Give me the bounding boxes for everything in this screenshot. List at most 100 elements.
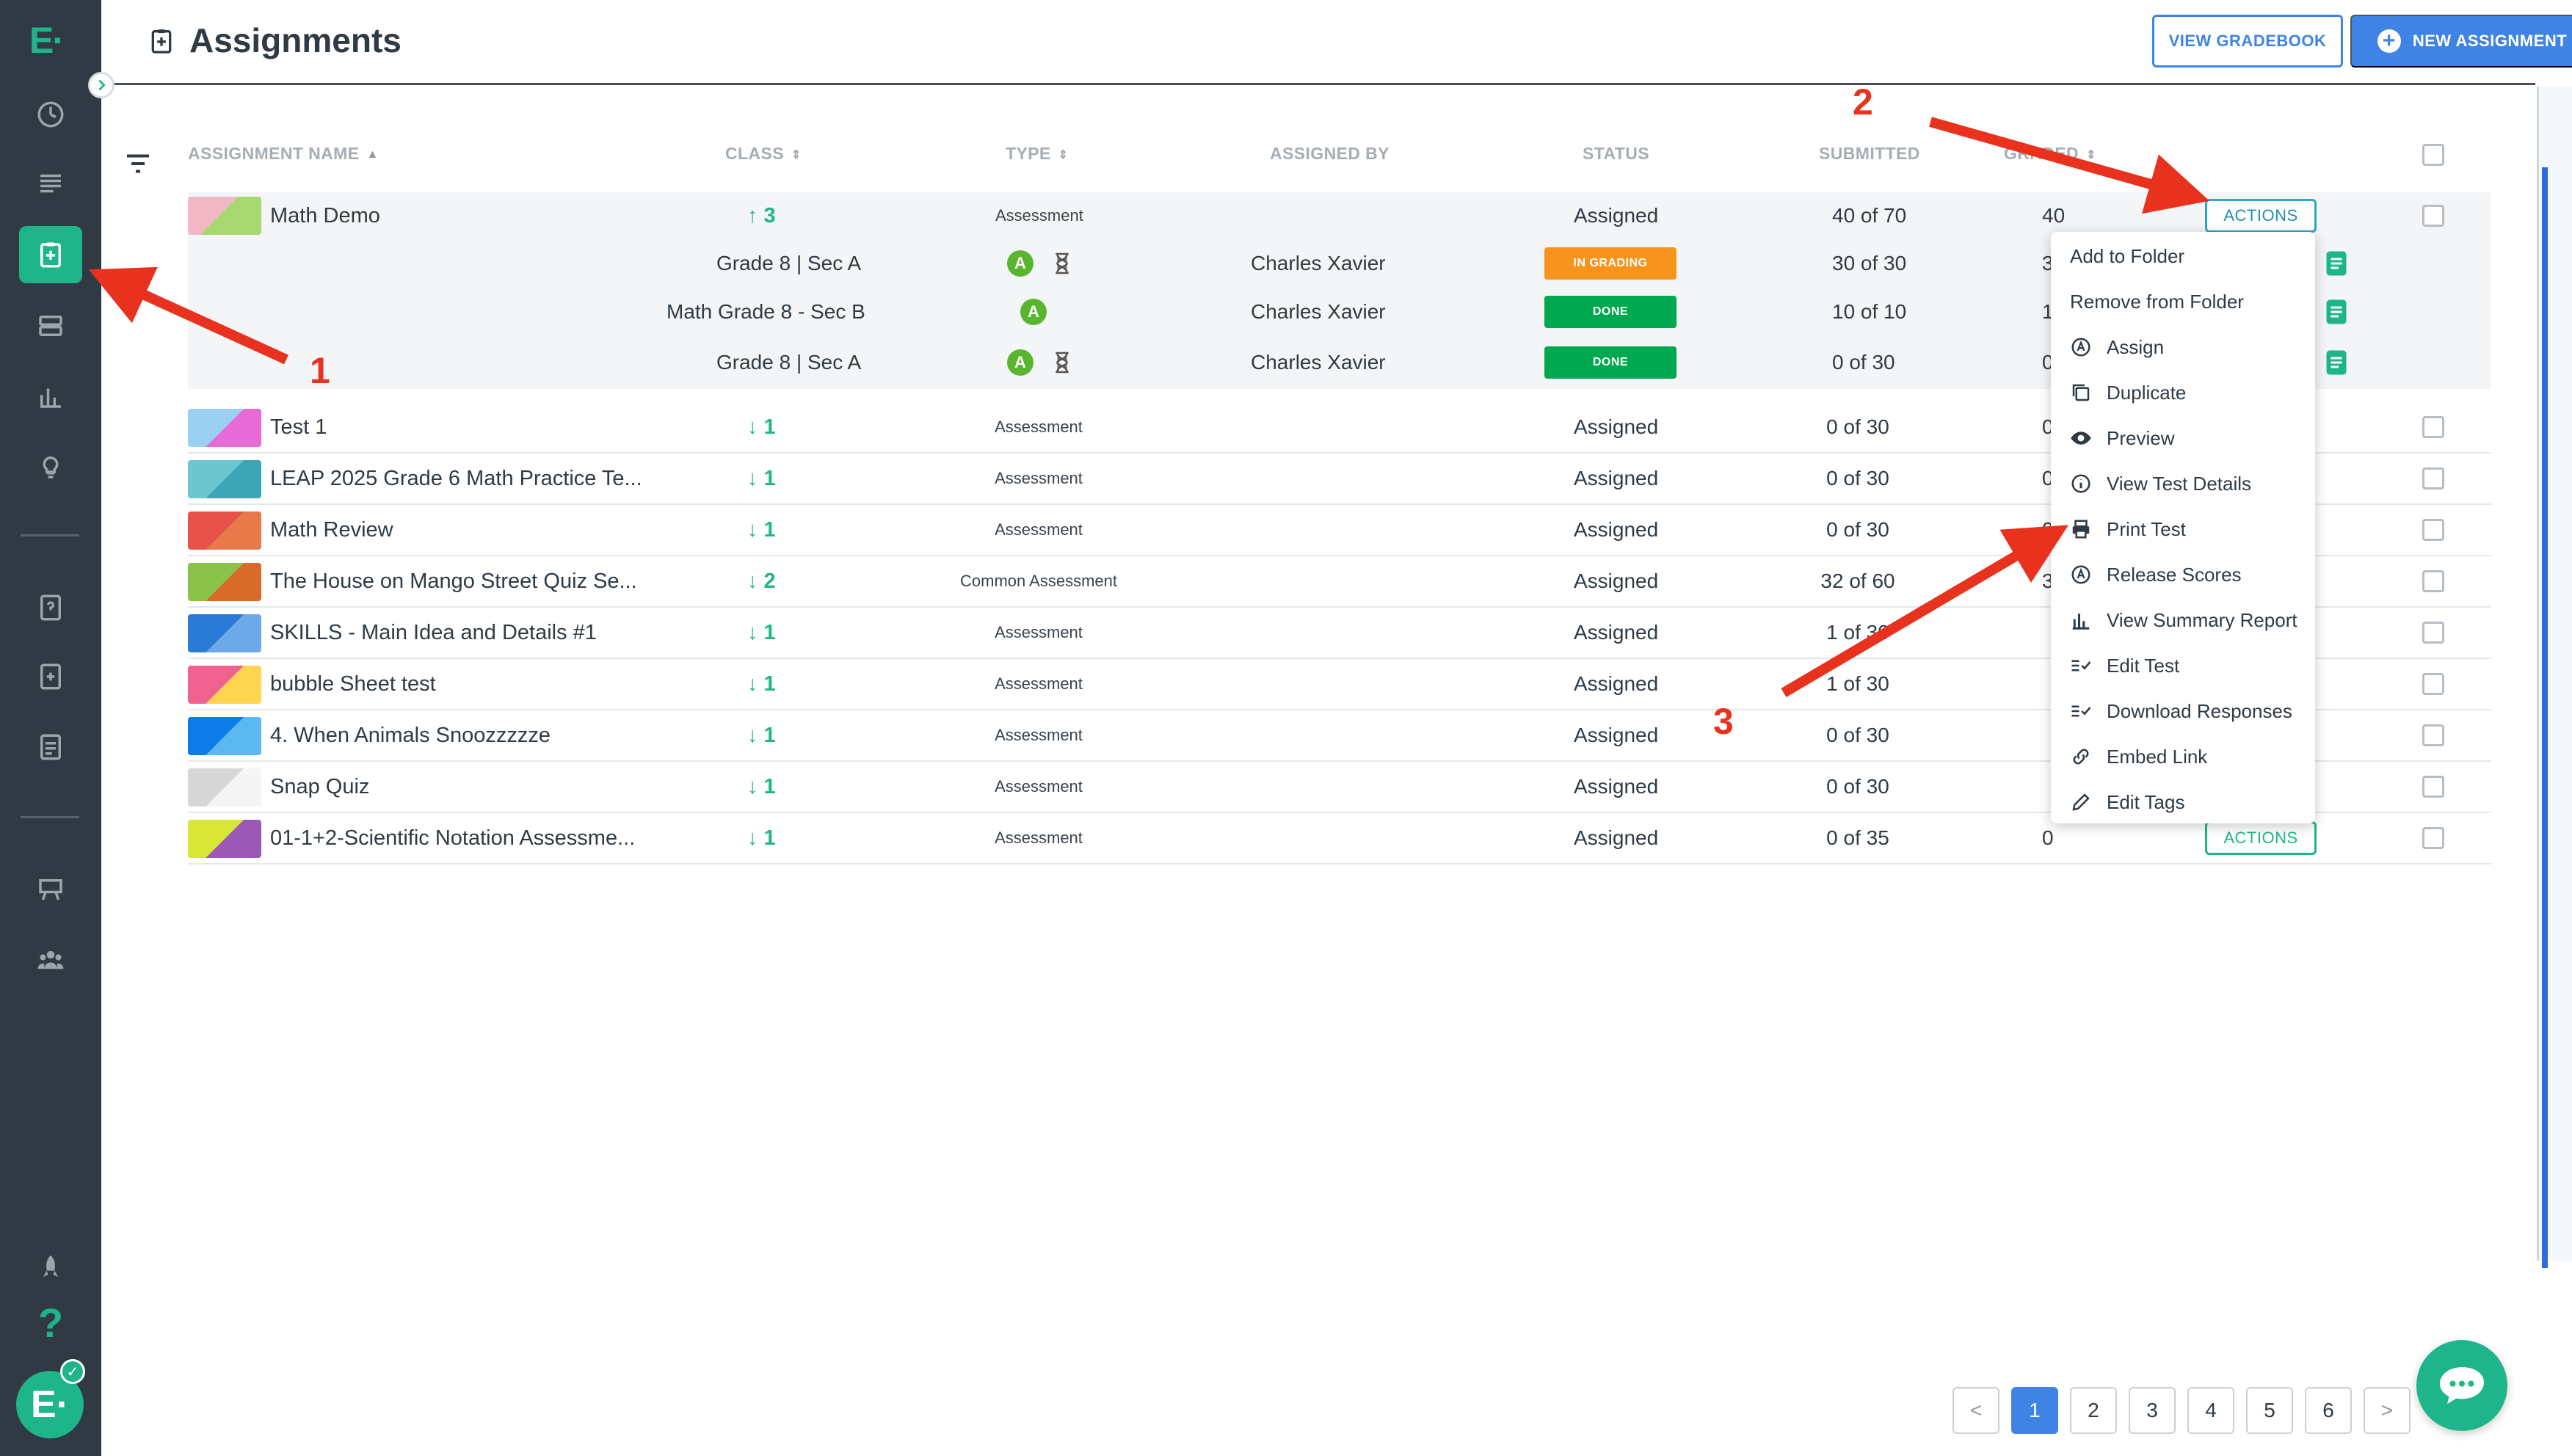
- column-header-graded[interactable]: GRADED ⇕: [2004, 144, 2096, 164]
- menu-item-release-scores[interactable]: Release Scores: [2070, 556, 2242, 593]
- chevron-right-icon: [98, 79, 106, 91]
- list-icon[interactable]: [25, 160, 76, 207]
- menu-item-label: Add to Folder: [2070, 244, 2185, 267]
- submitted-count: 0 of 30: [1826, 518, 1889, 541]
- assignment-type: Assessment: [995, 674, 1083, 693]
- edit-list-icon: [2071, 660, 2091, 671]
- row-checkbox[interactable]: [2422, 519, 2444, 541]
- submitted-count: 40 of 70: [1832, 204, 1907, 227]
- actions-button[interactable]: ACTIONS: [2205, 821, 2317, 855]
- sub-class-name[interactable]: Grade 8 | Sec A: [716, 252, 861, 275]
- clipboard-icon: [151, 29, 172, 54]
- class-count-toggle[interactable]: ↑ 3: [747, 204, 776, 228]
- menu-item-label: View Test Details: [2107, 472, 2252, 495]
- help-icon[interactable]: ?: [25, 1299, 76, 1346]
- menu-item-label: Download Responses: [2107, 699, 2292, 722]
- submitted-count: 10 of 10: [1832, 300, 1907, 323]
- menu-item-duplicate[interactable]: Duplicate: [2070, 374, 2186, 411]
- test-bank-icon[interactable]: [25, 653, 76, 700]
- sort-icon[interactable]: ▲: [366, 148, 378, 161]
- menu-item-view-test-details[interactable]: View Test Details: [2070, 465, 2251, 502]
- assignments-icon[interactable]: [19, 226, 82, 283]
- submitted-count: 0 of 30: [1826, 775, 1889, 798]
- sub-class-name[interactable]: Grade 8 | Sec A: [716, 351, 861, 374]
- rocket-icon[interactable]: [25, 1245, 76, 1292]
- row-checkbox[interactable]: [2422, 827, 2444, 849]
- dashboard-icon[interactable]: [25, 91, 76, 138]
- row-checkbox[interactable]: [2422, 205, 2444, 227]
- download-list-icon: [2071, 705, 2091, 717]
- pagination-page[interactable]: 1: [2011, 1387, 2058, 1434]
- menu-item-preview[interactable]: Preview: [2070, 420, 2174, 456]
- submitted-count: 0 of 30: [1826, 415, 1889, 438]
- classroom-icon[interactable]: [25, 866, 76, 913]
- menu-item-remove-from-folder[interactable]: Remove from Folder: [2070, 283, 2244, 320]
- pagination-next[interactable]: >: [2364, 1387, 2411, 1434]
- assignment-type: Assessment: [995, 777, 1083, 796]
- pagination-page[interactable]: 6: [2305, 1387, 2352, 1434]
- assignment-type: Common Assessment: [960, 572, 1117, 590]
- hourglass-icon: [1056, 352, 1069, 374]
- menu-item-add-to-folder[interactable]: Add to Folder: [2070, 238, 2184, 274]
- lightbulb-icon[interactable]: [25, 443, 76, 490]
- bar-chart-icon: [2072, 614, 2090, 630]
- pagination-page[interactable]: 2: [2070, 1387, 2117, 1434]
- menu-item-embed-link[interactable]: Embed Link: [2070, 738, 2207, 775]
- page-title: Assignments: [189, 21, 402, 59]
- report-icon[interactable]: [2325, 349, 2347, 376]
- menu-item-view-summary-report[interactable]: View Summary Report: [2070, 602, 2297, 638]
- column-header-class[interactable]: CLASS ⇕: [725, 144, 802, 164]
- bar-chart-icon[interactable]: [25, 373, 76, 420]
- sub-class-name[interactable]: Math Grade 8 - Sec B: [666, 300, 865, 324]
- assignment-status: Assigned: [1574, 672, 1659, 695]
- row-checkbox[interactable]: [2422, 570, 2444, 592]
- row-checkbox[interactable]: [2422, 467, 2444, 489]
- row-checkbox[interactable]: [2422, 724, 2444, 746]
- column-header-assigned-by: ASSIGNED BY: [1270, 144, 1389, 163]
- header-label: GRADED: [2004, 144, 2079, 163]
- menu-item-assign[interactable]: Assign: [2070, 329, 2164, 365]
- layers-icon[interactable]: [25, 302, 76, 349]
- sort-icon[interactable]: ⇕: [2086, 148, 2096, 162]
- view-gradebook-button[interactable]: VIEW GRADEBOOK: [2152, 15, 2343, 68]
- pagination-page[interactable]: 3: [2129, 1387, 2176, 1434]
- column-header-type[interactable]: TYPE ⇕: [1006, 144, 1068, 164]
- report-icon[interactable]: [2325, 299, 2347, 325]
- assignment-name[interactable]: Math Demo: [270, 204, 380, 228]
- teacher-name: Charles Xavier: [1251, 300, 1386, 323]
- app-logo[interactable]: E·: [29, 19, 65, 62]
- pagination-page[interactable]: 4: [2187, 1387, 2234, 1434]
- menu-item-download-responses[interactable]: Download Responses: [2070, 693, 2292, 729]
- actions-button[interactable]: ACTIONS: [2205, 199, 2317, 233]
- row-checkbox[interactable]: [2422, 673, 2444, 695]
- teacher-name: Charles Xavier: [1251, 252, 1386, 274]
- row-checkbox[interactable]: [2422, 416, 2444, 438]
- item-bank-icon[interactable]: [25, 724, 76, 771]
- column-header-name[interactable]: ASSIGNMENT NAME ▲: [188, 144, 379, 164]
- question-bank-icon[interactable]: [25, 584, 76, 631]
- assignment-status: Assigned: [1574, 415, 1659, 438]
- filter-icon[interactable]: [125, 153, 151, 175]
- menu-item-edit-tags[interactable]: Edit Tags: [2070, 784, 2184, 820]
- sidebar-collapse-button[interactable]: [88, 72, 115, 98]
- menu-item-edit-test[interactable]: Edit Test: [2070, 647, 2179, 684]
- sort-icon[interactable]: ⇕: [1058, 148, 1069, 162]
- assessment-badge: A: [1007, 250, 1033, 277]
- pagination-prev[interactable]: <: [1952, 1387, 1999, 1434]
- assignment-status: Assigned: [1574, 621, 1659, 644]
- assignment-type: Assessment: [995, 623, 1083, 641]
- assignment-status: Assigned: [1574, 826, 1659, 849]
- students-icon[interactable]: [25, 936, 76, 983]
- row-checkbox[interactable]: [2422, 776, 2444, 798]
- menu-item-print-test[interactable]: Print Test: [2070, 511, 2186, 547]
- column-header-status: STATUS: [1583, 144, 1649, 163]
- submitted-count: 30 of 30: [1832, 252, 1907, 274]
- actions-dropdown-menu: Add to Folder Remove from Folder Assign …: [2051, 232, 2315, 823]
- chat-button[interactable]: [2416, 1340, 2507, 1431]
- row-checkbox[interactable]: [2422, 622, 2444, 644]
- select-all-checkbox[interactable]: [2422, 144, 2444, 166]
- report-icon[interactable]: [2325, 250, 2347, 277]
- sort-icon[interactable]: ⇕: [791, 148, 802, 162]
- pagination-page[interactable]: 5: [2246, 1387, 2293, 1434]
- new-assignment-button[interactable]: + NEW ASSIGNMENT: [2350, 15, 2572, 68]
